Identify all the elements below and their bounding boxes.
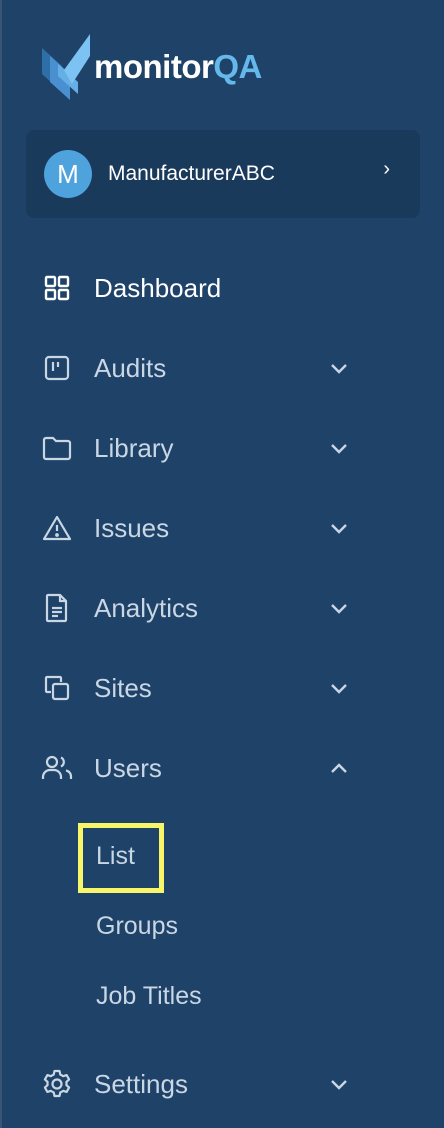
chevron-right-icon: › — [383, 158, 390, 180]
brand-name: monitor QA — [94, 48, 262, 86]
kanban-icon — [40, 351, 74, 385]
chevron-down-icon[interactable] — [328, 677, 350, 699]
submenu-item-list[interactable]: List — [96, 842, 135, 871]
nav-item-analytics[interactable]: Analytics — [2, 578, 444, 638]
org-switcher[interactable]: M ManufacturerABC › — [26, 130, 420, 218]
grid-icon — [40, 271, 74, 305]
nav-item-sites[interactable]: Sites — [2, 658, 444, 718]
submenu-item-job-titles[interactable]: Job Titles — [96, 982, 202, 1011]
org-name: ManufacturerABC — [108, 162, 275, 185]
org-avatar: M — [44, 150, 92, 198]
warning-icon — [40, 511, 74, 545]
folder-icon — [40, 431, 74, 465]
submenu-item-groups[interactable]: Groups — [96, 912, 178, 941]
nav-item-issues[interactable]: Issues — [2, 498, 444, 558]
nav-label-analytics: Analytics — [94, 592, 199, 623]
document-icon — [40, 591, 74, 625]
nav-item-dashboard[interactable]: Dashboard — [2, 258, 444, 318]
nav-item-users[interactable]: Users — [2, 738, 444, 798]
nav-label-library: Library — [94, 432, 174, 463]
brand-name-accent: QA — [213, 48, 262, 85]
gear-icon — [40, 1067, 74, 1101]
nav-label-issues: Issues — [94, 512, 170, 543]
chevron-down-icon[interactable] — [328, 597, 350, 619]
nav-label-users: Users — [94, 752, 162, 783]
chevron-down-icon[interactable] — [328, 437, 350, 459]
users-icon — [40, 751, 74, 785]
copy-icon — [40, 671, 74, 705]
nav-label-settings: Settings — [94, 1068, 188, 1099]
chevron-down-icon[interactable] — [328, 517, 350, 539]
nav-label-sites: Sites — [94, 672, 152, 703]
logo-mark-icon — [42, 34, 90, 100]
nav-item-settings[interactable]: Settings — [2, 1054, 444, 1114]
nav-label-dashboard: Dashboard — [94, 272, 222, 303]
nav-label-audits: Audits — [94, 352, 167, 383]
sidebar: monitorQA M ManufacturerABC › Dashboard — [0, 0, 444, 1128]
brand-logo[interactable]: monitor QA — [42, 32, 262, 102]
brand-name-primary: monitor — [94, 48, 214, 85]
chevron-up-icon[interactable] — [328, 757, 350, 779]
chevron-down-icon[interactable] — [328, 1073, 350, 1095]
nav-item-library[interactable]: Library — [2, 418, 444, 478]
nav-item-audits[interactable]: Audits — [2, 338, 444, 398]
chevron-down-icon[interactable] — [328, 357, 350, 379]
